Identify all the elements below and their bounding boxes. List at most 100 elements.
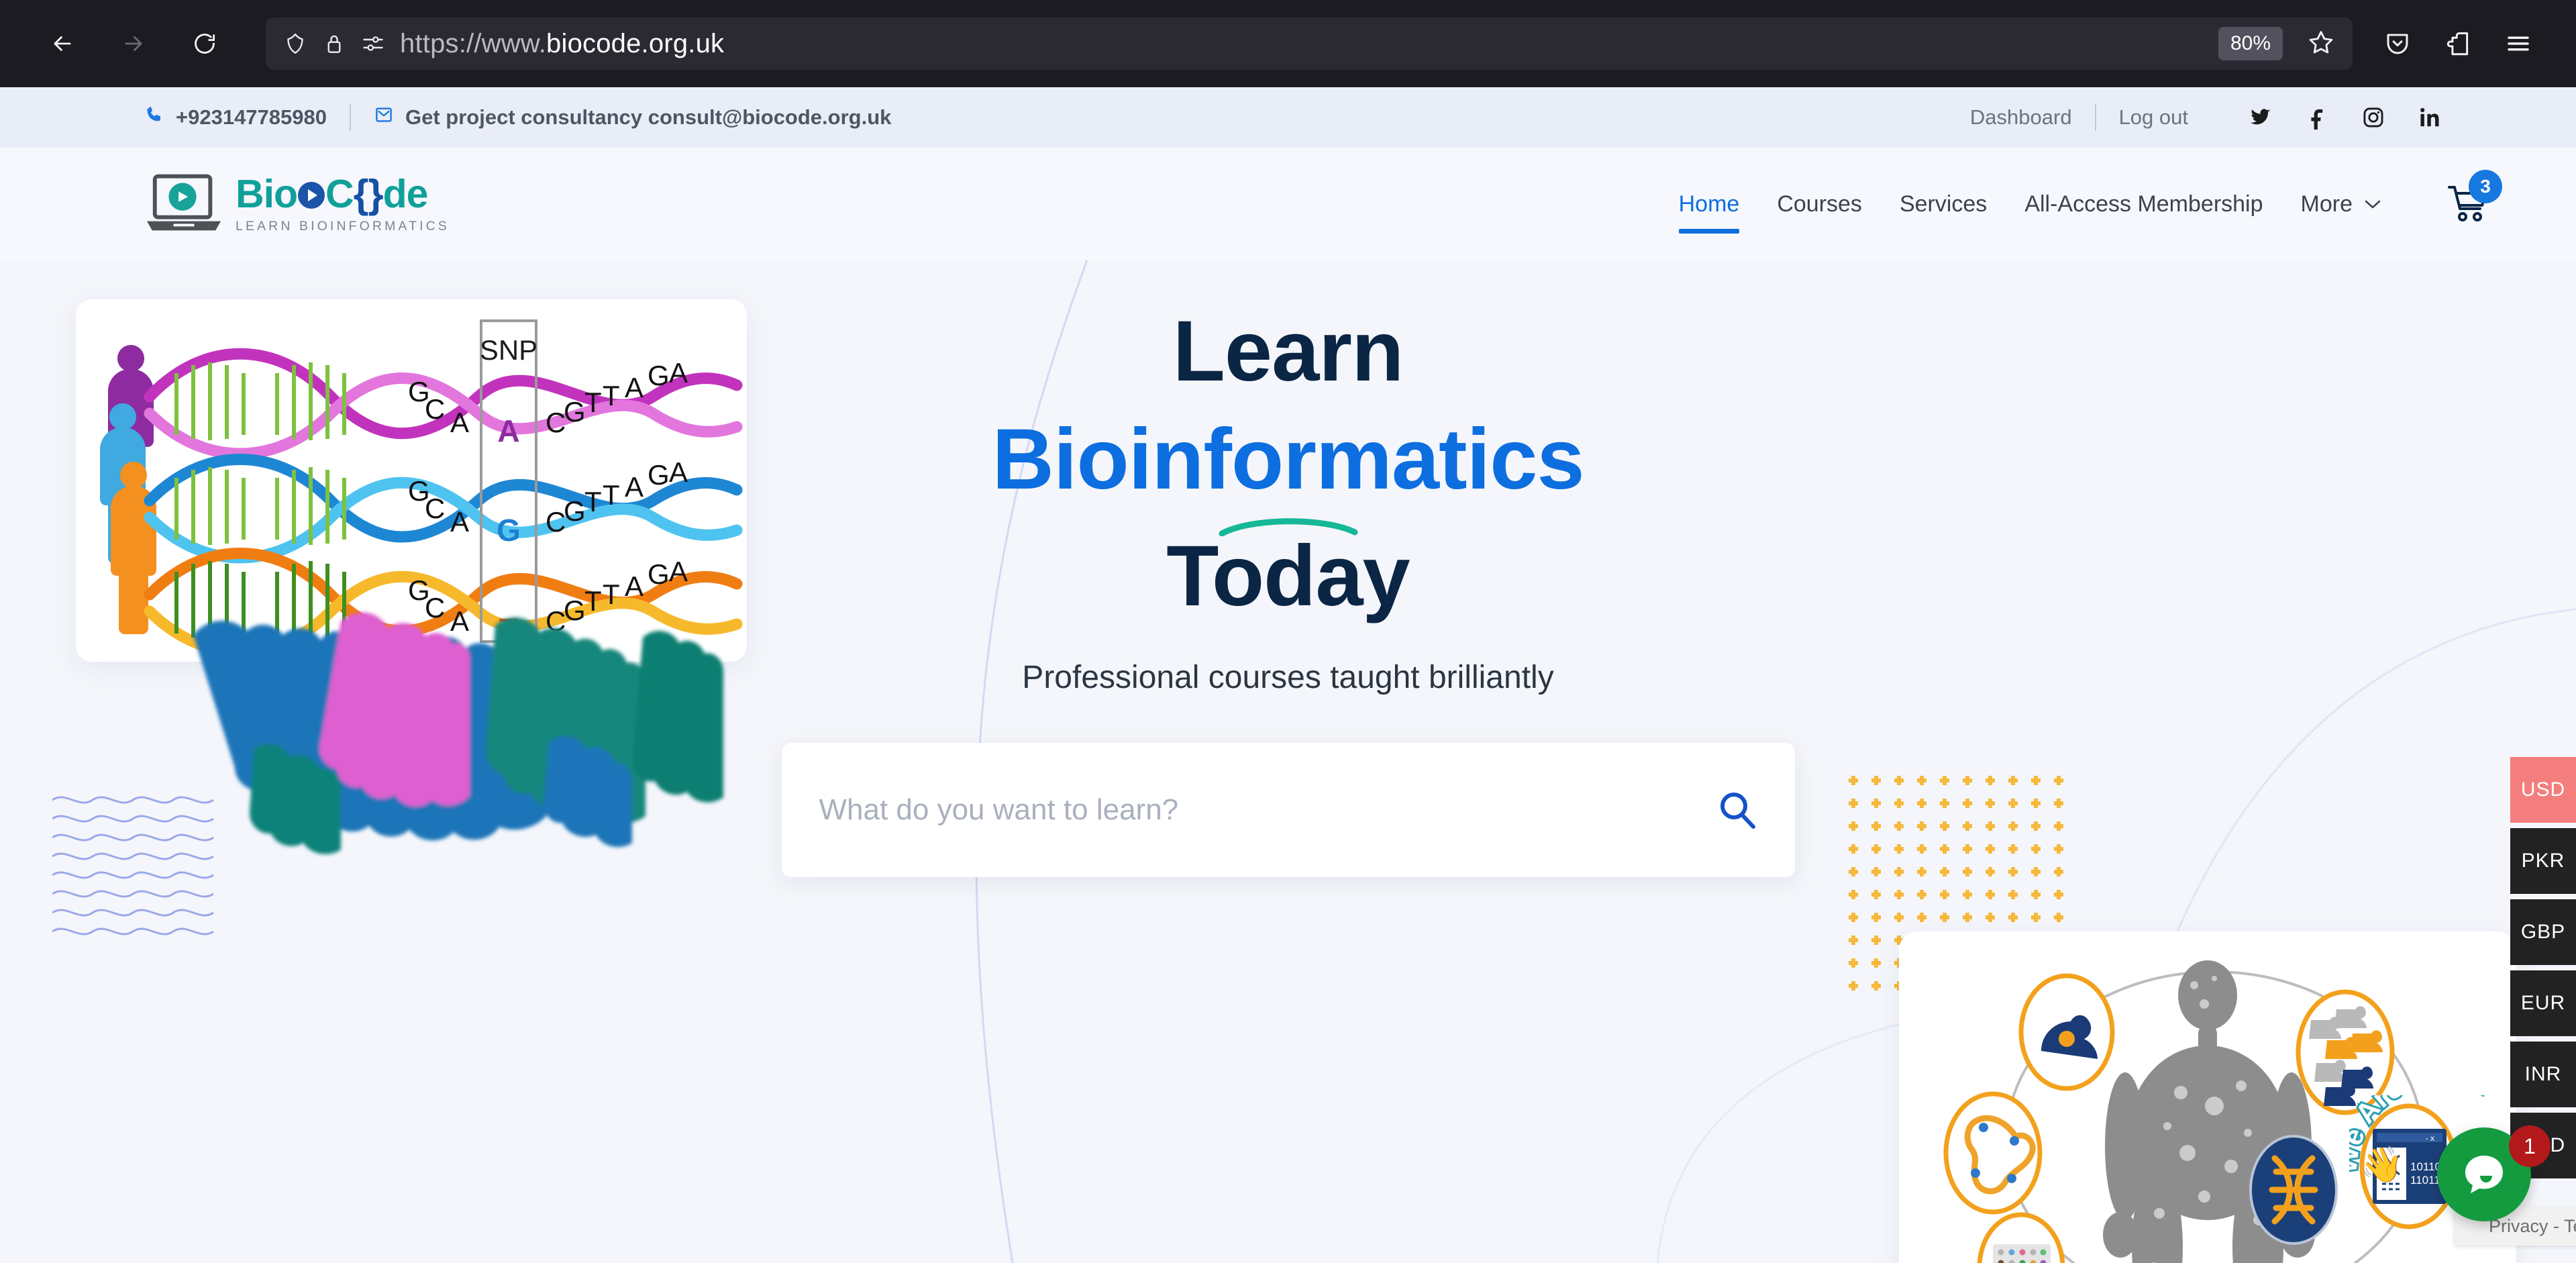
zoom-level-badge[interactable]: 80% <box>2218 27 2283 60</box>
cart-button[interactable]: 3 <box>2447 170 2502 223</box>
svg-text:A: A <box>450 407 469 438</box>
logo-bio: Bio <box>236 171 298 216</box>
twitter-icon[interactable] <box>2249 105 2273 130</box>
svg-text:C: C <box>425 393 445 425</box>
currency-option-usd[interactable]: USD <box>2510 757 2576 823</box>
back-button[interactable] <box>42 23 83 64</box>
cart-count-badge: 3 <box>2469 170 2502 203</box>
headline-line-2-wrap: Bioinformatics <box>752 406 1825 537</box>
logo-braces: {} <box>353 171 384 216</box>
nav-label-membership: All-Access Membership <box>2024 191 2263 217</box>
dashboard-link[interactable]: Dashboard <box>1970 105 2072 130</box>
currency-option-pkr[interactable]: PKR <box>2510 828 2576 894</box>
main-navigation: Home Courses Services All-Access Members… <box>1660 170 2502 234</box>
hero-headline: Learn Bioinformatics Today <box>752 298 1825 631</box>
nav-item-more[interactable]: More <box>2282 191 2400 217</box>
svg-text:A: A <box>669 456 688 488</box>
svg-text:C: C <box>546 506 566 538</box>
nav-item-home[interactable]: Home <box>1660 191 1759 234</box>
back-arrow-icon <box>54 36 71 51</box>
url-protocol: https://www. <box>400 28 547 58</box>
browser-nav-buttons <box>42 23 225 64</box>
svg-text:G: G <box>648 459 670 491</box>
logo-de: de <box>382 171 429 216</box>
svg-text:A: A <box>625 471 643 503</box>
svg-text:T: T <box>584 486 602 517</box>
logo-c: C <box>325 171 354 216</box>
phone-icon <box>144 105 164 130</box>
protein-surface-icon <box>193 612 723 854</box>
laptop-logo-icon <box>144 172 223 236</box>
utility-account-group: Dashboard Log out <box>1970 104 2442 131</box>
svg-text:G: G <box>648 360 670 391</box>
hero-section: SNP GCA CGTT AGA A GCA CGTT AGA G GCA CG… <box>0 260 2576 1263</box>
hero-content: Learn Bioinformatics Today Professional … <box>752 260 1825 877</box>
pocket-save-button[interactable] <box>2383 30 2412 58</box>
site-header: Bio C{} de LEARN BIOINFORMATICS Home Cours… <box>0 148 2576 509</box>
chat-unread-badge: 1 <box>2509 1125 2551 1167</box>
nav-item-services[interactable]: Services <box>1881 191 2006 217</box>
svg-text:G: G <box>564 396 586 427</box>
chevron-down-icon <box>2364 199 2381 209</box>
currency-option-gbp[interactable]: GBP <box>2510 899 2576 965</box>
top-utility-bar: +923147785980 Get project consultancy co… <box>0 87 2576 148</box>
nav-label-courses: Courses <box>1777 191 1862 217</box>
browser-right-controls <box>2383 30 2532 58</box>
logout-link[interactable]: Log out <box>2119 105 2188 130</box>
headline-line-2: Bioinformatics <box>992 411 1584 507</box>
utility-contact-group: +923147785980 Get project consultancy co… <box>144 104 891 131</box>
page-permissions-icon[interactable] <box>361 32 385 56</box>
headline-line-1: Learn <box>1172 303 1404 399</box>
shield-icon[interactable] <box>283 32 307 56</box>
search-input[interactable] <box>819 793 1717 827</box>
logo-play-dot-icon <box>298 181 325 209</box>
instagram-icon[interactable] <box>2361 105 2385 130</box>
reload-button[interactable] <box>184 23 225 64</box>
pocket-save-icon <box>2387 34 2408 54</box>
search-icon <box>1720 792 1755 829</box>
site-logo[interactable]: Bio C{} de LEARN BIOINFORMATICS <box>144 172 450 236</box>
course-search-box[interactable] <box>781 742 1795 877</box>
waving-hand-icon: 👋 <box>2360 1146 2404 1184</box>
svg-text:SNP: SNP <box>480 334 537 366</box>
svg-text:A: A <box>625 372 643 403</box>
protein-structure-illustration <box>173 588 764 876</box>
svg-text:G: G <box>648 558 670 590</box>
hero-subtitle: Professional courses taught brilliantly <box>1022 659 1554 695</box>
phone-number: +923147785980 <box>176 105 327 129</box>
lock-icon[interactable] <box>322 32 346 56</box>
consultancy-contact[interactable]: Get project consultancy consult@biocode.… <box>374 105 891 130</box>
search-submit-button[interactable] <box>1717 790 1757 830</box>
browser-toolbar: https://www.biocode.org.uk 80% <box>0 0 2576 87</box>
svg-text:T: T <box>603 479 620 511</box>
hamburger-menu-icon <box>2508 36 2529 51</box>
svg-text:G: G <box>497 513 521 548</box>
envelope-icon <box>374 105 394 130</box>
star-icon <box>2309 30 2333 53</box>
chat-widget: We Are Here! 👋 Privacy - Terms 1 <box>2348 1095 2576 1263</box>
nav-item-courses[interactable]: Courses <box>1758 191 1881 217</box>
social-links <box>2249 105 2442 130</box>
phone-contact[interactable]: +923147785980 <box>144 105 327 130</box>
reload-icon <box>195 34 215 54</box>
svg-text:C: C <box>425 493 445 524</box>
linkedin-icon[interactable] <box>2418 105 2442 130</box>
facebook-icon[interactable] <box>2305 105 2329 130</box>
forward-button[interactable] <box>113 23 154 64</box>
address-bar[interactable]: https://www.biocode.org.uk 80% <box>266 17 2353 70</box>
bookmark-button[interactable] <box>2307 28 2335 60</box>
svg-text:C: C <box>546 407 566 438</box>
logo-wordmark: Bio C{} de <box>236 174 450 214</box>
headline-line-3: Today <box>1166 528 1410 625</box>
nav-item-all-access-membership[interactable]: All-Access Membership <box>2006 191 2281 217</box>
svg-text:A: A <box>450 506 469 538</box>
forward-arrow-icon <box>125 36 142 51</box>
nav-label-services: Services <box>1899 191 1988 217</box>
extensions-button[interactable] <box>2444 30 2472 58</box>
logo-text-block: Bio C{} de LEARN BIOINFORMATICS <box>236 174 450 234</box>
chat-bubble-icon <box>2465 1156 2503 1193</box>
app-menu-button[interactable] <box>2504 30 2532 58</box>
currency-option-eur[interactable]: EUR <box>2510 970 2576 1036</box>
svg-text:G: G <box>564 495 586 527</box>
url-text[interactable]: https://www.biocode.org.uk <box>400 29 2204 59</box>
